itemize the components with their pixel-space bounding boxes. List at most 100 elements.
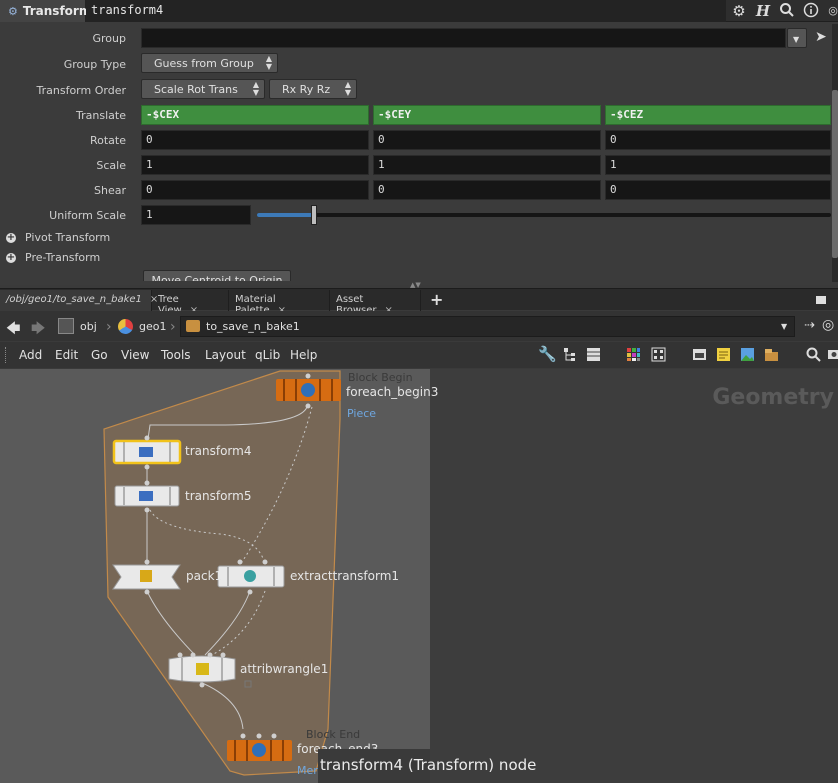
- sphere-icon: [301, 383, 315, 397]
- shear-y-field[interactable]: 0: [373, 180, 601, 200]
- shear-z-field[interactable]: 0: [605, 180, 831, 200]
- uniform-scale-label: Uniform Scale: [49, 209, 126, 222]
- transform5-name: transform5: [185, 489, 252, 503]
- translate-z-field[interactable]: -$CEZ: [605, 105, 831, 125]
- shear-x-field[interactable]: 0: [141, 180, 369, 200]
- node-pack[interactable]: [112, 559, 181, 595]
- input-connector: [144, 480, 150, 486]
- rotate-z-field[interactable]: 0: [605, 130, 831, 150]
- path-obj[interactable]: obj: [58, 316, 97, 336]
- shape-palette-icon[interactable]: [651, 347, 666, 362]
- geo-node-icon: [118, 318, 133, 334]
- group-field[interactable]: [141, 28, 786, 48]
- network-canvas[interactable]: [0, 369, 838, 783]
- tab-network[interactable]: /obj/geo1/to_save_n_bake1 ×: [0, 290, 158, 311]
- foreach-begin-method: Piece: [347, 407, 377, 420]
- status-message: transform4 (Transform) node: [320, 756, 537, 774]
- group-type-dropdown[interactable]: Guess from Group ▲ ▼: [141, 53, 278, 73]
- menu-tools[interactable]: Tools: [161, 348, 191, 362]
- transform-icon: [139, 491, 153, 501]
- updown-arrows-icon: ▲ ▼: [252, 80, 259, 97]
- menu-view[interactable]: View: [121, 348, 149, 362]
- drag-handle[interactable]: [5, 347, 8, 363]
- scale-y-field[interactable]: 1: [373, 155, 601, 175]
- menu-layout[interactable]: Layout: [205, 348, 246, 362]
- wrench-icon[interactable]: 🔧: [538, 347, 557, 362]
- rotate-label: Rotate: [89, 134, 126, 147]
- input-connector: [144, 435, 150, 441]
- uniform-scale-slider-track[interactable]: [257, 213, 831, 217]
- button-clip: Move Centroid to Origin: [0, 268, 838, 281]
- menu-edit[interactable]: Edit: [55, 348, 78, 362]
- menu-add[interactable]: Add: [19, 348, 42, 362]
- move-centroid-button[interactable]: Move Centroid to Origin: [143, 270, 291, 281]
- info-icon[interactable]: [802, 2, 820, 20]
- pre-transform-folder[interactable]: + Pre-Transform: [6, 251, 100, 264]
- chevron-down-icon[interactable]: ▼: [781, 322, 787, 331]
- tab-material-palette[interactable]: Material Palette×: [229, 290, 330, 316]
- plus-icon: +: [6, 251, 16, 263]
- uniform-scale-field[interactable]: 1: [141, 205, 251, 225]
- tab-network-label: /obj/geo1/to_save_n_bake1: [6, 294, 142, 305]
- path-subnet-label: to_save_n_bake1: [206, 319, 300, 333]
- rotation-order-dropdown[interactable]: Rx Ry Rz ▲ ▼: [269, 79, 357, 99]
- pivot-transform-folder[interactable]: + Pivot Transform: [6, 231, 110, 244]
- color-palette-icon[interactable]: [626, 347, 641, 362]
- back-arrow-icon[interactable]: 🡄: [6, 318, 20, 342]
- input-connector: [237, 559, 243, 565]
- translate-x-field[interactable]: -$CEX: [141, 105, 369, 125]
- background-image-icon[interactable]: [740, 347, 755, 362]
- path-obj-label: obj: [80, 319, 97, 333]
- tab-asset-browser[interactable]: Asset Browser×: [330, 290, 421, 316]
- sticky-note-icon[interactable]: [716, 347, 731, 362]
- input-connector: [220, 652, 226, 658]
- search-icon[interactable]: [806, 347, 821, 362]
- parameter-scroll-thumb[interactable]: [832, 90, 838, 258]
- target-icon[interactable]: ◎: [822, 317, 834, 333]
- parameter-scrollbar[interactable]: [832, 24, 838, 282]
- list-view-icon[interactable]: [586, 347, 601, 362]
- group-menu-button[interactable]: ▼: [787, 28, 807, 48]
- search-icon[interactable]: [778, 2, 796, 20]
- network-menu-bar: Add Edit Go View Tools Layout qLib Help …: [0, 342, 838, 368]
- forward-arrow-icon[interactable]: 🡆: [31, 318, 45, 342]
- menu-qlib[interactable]: qLib: [255, 348, 280, 362]
- output-connector: [144, 507, 150, 513]
- scale-z-field[interactable]: 1: [605, 155, 831, 175]
- network-box-icon[interactable]: [692, 347, 707, 362]
- camera-icon[interactable]: [828, 347, 838, 362]
- select-arrow-icon[interactable]: ➤: [815, 29, 827, 45]
- translate-y-field[interactable]: -$CEY: [373, 105, 601, 125]
- node-type-tab[interactable]: ⚙ Transform: [0, 0, 91, 22]
- help-icon[interactable]: H: [754, 2, 772, 20]
- path-subnet[interactable]: to_save_n_bake1: [186, 316, 300, 336]
- menu-go[interactable]: Go: [91, 348, 108, 362]
- group-type-label: Group Type: [63, 58, 126, 71]
- network-editor[interactable]: Geometry Block Begin foreach_begin3 Piec…: [0, 369, 838, 783]
- pin-icon[interactable]: ◎: [824, 2, 838, 20]
- node-name-field[interactable]: transform4: [86, 0, 726, 22]
- pin-arrow-icon[interactable]: ⇢: [804, 318, 815, 333]
- add-tab-button[interactable]: +: [430, 290, 443, 309]
- chevron-down-icon: ▼: [793, 35, 800, 44]
- transform-order-dropdown[interactable]: Scale Rot Trans ▲ ▼: [141, 79, 265, 99]
- subnet-box-icon[interactable]: [764, 347, 779, 362]
- chevron-right-icon: ›: [106, 319, 112, 335]
- output-connector: [305, 403, 311, 409]
- gear-icon[interactable]: ⚙: [730, 2, 748, 20]
- transform4-name: transform4: [185, 444, 252, 458]
- wrangle-icon: [196, 663, 209, 675]
- pre-transform-label: Pre-Transform: [25, 251, 101, 264]
- menu-help[interactable]: Help: [290, 348, 317, 362]
- rotate-y-field[interactable]: 0: [373, 130, 601, 150]
- tab-tree-view[interactable]: Tree View×: [152, 290, 229, 316]
- maximize-pane-icon[interactable]: [816, 296, 826, 304]
- uniform-scale-slider-handle[interactable]: [311, 205, 318, 225]
- path-geo[interactable]: geo1: [118, 316, 166, 336]
- plus-icon: +: [6, 231, 16, 243]
- subnet-icon: [186, 320, 200, 332]
- scale-x-field[interactable]: 1: [141, 155, 369, 175]
- tree-layout-icon[interactable]: [563, 347, 578, 362]
- rotate-x-field[interactable]: 0: [141, 130, 369, 150]
- transform-icon: [139, 447, 153, 457]
